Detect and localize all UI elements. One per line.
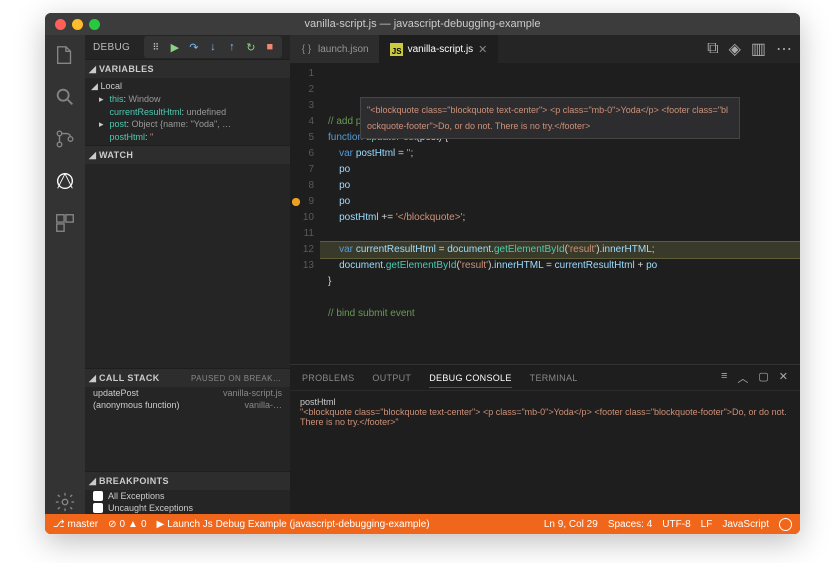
console-var-name: postHtml xyxy=(300,397,790,407)
callstack-row[interactable]: updatePostvanilla-script.js xyxy=(85,387,290,399)
cursor-position[interactable]: Ln 9, Col 29 xyxy=(544,519,598,530)
checkbox-icon[interactable] xyxy=(93,503,103,513)
variable-row[interactable]: ▸ post: Object {name: "Yoda", … xyxy=(85,118,290,131)
code-editor[interactable]: 12345678910111213 "<blockquote class="bl… xyxy=(290,63,800,364)
gutter: 12345678910111213 xyxy=(290,63,320,364)
more-actions-icon[interactable]: ⋯ xyxy=(776,39,792,59)
minimize-window-button[interactable] xyxy=(72,19,83,30)
code-line[interactable]: var postHtml = ''; xyxy=(320,146,800,162)
window: vanilla-script.js — javascript-debugging… xyxy=(45,13,800,534)
tab-actions: ⧉ ◈ ▥ ⋯ xyxy=(699,35,800,63)
code-line[interactable]: po xyxy=(320,194,800,210)
git-branch[interactable]: ⎇master xyxy=(53,519,98,530)
titlebar: vanilla-script.js — javascript-debugging… xyxy=(45,13,800,35)
filter-icon[interactable]: ≡ xyxy=(721,370,727,386)
editor-tabs: { }launch.jsonJSvanilla-script.js✕ ⧉ ◈ ▥… xyxy=(290,35,800,63)
code-line[interactable]: po xyxy=(320,178,800,194)
close-window-button[interactable] xyxy=(55,19,66,30)
breakpoints-header[interactable]: ◢BREAKPOINTS xyxy=(85,472,290,490)
js-file-icon: JS xyxy=(390,43,403,56)
close-panel-icon[interactable]: ✕ xyxy=(779,370,788,386)
code-line[interactable]: document.getElementById('result').innerH… xyxy=(320,258,800,274)
variables-section: ◢VARIABLES ◢ Local ▸ this: Window curren… xyxy=(85,59,290,145)
settings-file-icon: { } xyxy=(300,43,313,56)
sidebar-header: DEBUG ⠿ ▶ ↷ ↓ ↑ ↻ ■ xyxy=(85,35,290,59)
console-output: "<blockquote class="blockquote text-cent… xyxy=(300,407,790,427)
breakpoint-row[interactable]: All Exceptions xyxy=(85,490,290,502)
errors-status[interactable]: ⊘0 ▲0 xyxy=(108,519,146,530)
workbench-body: DEBUG ⠿ ▶ ↷ ↓ ↑ ↻ ■ ◢VARIABLES ◢ Local ▸… xyxy=(45,35,800,514)
value-tooltip: "<blockquote class="blockquote text-cent… xyxy=(360,97,740,139)
panel-tab[interactable]: TERMINAL xyxy=(530,373,578,383)
maximize-panel-icon[interactable]: ▢ xyxy=(758,370,768,386)
source-control-icon[interactable] xyxy=(53,127,77,151)
encoding-status[interactable]: UTF-8 xyxy=(662,519,690,530)
variable-row[interactable]: postHtml: " xyxy=(85,131,290,143)
code-line[interactable]: postHtml += '</blockquote>'; xyxy=(320,210,800,226)
step-out-icon[interactable]: ↑ xyxy=(224,39,240,55)
code-line[interactable] xyxy=(320,290,800,306)
maximize-window-button[interactable] xyxy=(89,19,100,30)
search-icon[interactable] xyxy=(53,85,77,109)
collapse-icon[interactable]: ︿ xyxy=(737,370,748,386)
feedback-icon[interactable] xyxy=(779,518,792,531)
open-preview-icon[interactable]: ◈ xyxy=(729,39,741,59)
status-bar: ⎇master ⊘0 ▲0 ▶Launch Js Debug Example (… xyxy=(45,514,800,534)
debug-launch-status[interactable]: ▶Launch Js Debug Example (javascript-deb… xyxy=(157,519,430,530)
branch-icon: ⎇ xyxy=(53,519,65,530)
panel-tab[interactable]: OUTPUT xyxy=(372,373,411,383)
step-over-icon[interactable]: ↷ xyxy=(186,39,202,55)
editor-group: { }launch.jsonJSvanilla-script.js✕ ⧉ ◈ ▥… xyxy=(290,35,800,514)
window-title: vanilla-script.js — javascript-debugging… xyxy=(45,18,800,30)
step-into-icon[interactable]: ↓ xyxy=(205,39,221,55)
code-line[interactable]: // bind submit event xyxy=(320,306,800,322)
debug-play-icon: ▶ xyxy=(157,519,165,530)
sidebar-title: DEBUG xyxy=(93,42,130,53)
stop-icon[interactable]: ■ xyxy=(262,39,278,55)
split-editor-icon[interactable]: ▥ xyxy=(751,39,766,59)
callstack-section: ◢CALL STACKPAUSED ON BREAKPOI… updatePos… xyxy=(85,368,290,411)
scope-local[interactable]: ◢ Local xyxy=(85,80,290,93)
callstack-row[interactable]: (anonymous function)vanilla-… xyxy=(85,399,290,411)
code-line[interactable]: po xyxy=(320,162,800,178)
extensions-icon[interactable] xyxy=(53,211,77,235)
checkbox-icon[interactable] xyxy=(93,491,103,501)
code-line[interactable] xyxy=(320,226,800,242)
language-status[interactable]: JavaScript xyxy=(722,519,769,530)
indentation-status[interactable]: Spaces: 4 xyxy=(608,519,652,530)
restart-icon[interactable]: ↻ xyxy=(243,39,259,55)
code-line[interactable]: var currentResultHtml = document.getElem… xyxy=(320,242,800,258)
panel-tabs: PROBLEMSOUTPUTDEBUG CONSOLETERMINAL ≡ ︿ … xyxy=(290,365,800,391)
watch-header[interactable]: ◢WATCH xyxy=(85,146,290,164)
code-line[interactable]: } xyxy=(320,274,800,290)
callstack-header[interactable]: ◢CALL STACKPAUSED ON BREAKPOI… xyxy=(85,369,290,387)
debug-toolbar: ⠿ ▶ ↷ ↓ ↑ ↻ ■ xyxy=(144,36,282,58)
panel-tab[interactable]: DEBUG CONSOLE xyxy=(429,373,511,388)
window-controls xyxy=(45,19,110,30)
code-content[interactable]: "<blockquote class="blockquote text-cent… xyxy=(320,63,800,364)
breakpoint-row[interactable]: Uncaught Exceptions xyxy=(85,502,290,514)
activity-bar xyxy=(45,35,85,514)
close-tab-icon[interactable]: ✕ xyxy=(478,43,487,56)
variable-row[interactable]: currentResultHtml: undefined xyxy=(85,106,290,118)
variable-row[interactable]: ▸ this: Window xyxy=(85,93,290,106)
debug-sidebar: DEBUG ⠿ ▶ ↷ ↓ ↑ ↻ ■ ◢VARIABLES ◢ Local ▸… xyxy=(85,35,290,514)
watch-section: ◢WATCH xyxy=(85,145,290,164)
editor-tab[interactable]: JSvanilla-script.js✕ xyxy=(380,35,499,63)
eol-status[interactable]: LF xyxy=(701,519,713,530)
bottom-panel: PROBLEMSOUTPUTDEBUG CONSOLETERMINAL ≡ ︿ … xyxy=(290,364,800,514)
debug-console-body[interactable]: postHtml "<blockquote class="blockquote … xyxy=(290,391,800,514)
error-icon: ⊘ xyxy=(108,519,116,530)
panel-tab[interactable]: PROBLEMS xyxy=(302,373,354,383)
open-changes-icon[interactable]: ⧉ xyxy=(707,40,718,58)
breakpoint-icon[interactable] xyxy=(292,198,300,206)
debug-icon[interactable] xyxy=(53,169,77,193)
continue-icon[interactable]: ▶ xyxy=(167,39,183,55)
editor-tab[interactable]: { }launch.json xyxy=(290,35,380,63)
explorer-icon[interactable] xyxy=(53,43,77,67)
breakpoints-section: ◢BREAKPOINTS All ExceptionsUncaught Exce… xyxy=(85,471,290,514)
settings-gear-icon[interactable] xyxy=(53,490,77,514)
warning-icon: ▲ xyxy=(128,519,138,530)
variables-header[interactable]: ◢VARIABLES xyxy=(85,60,290,78)
